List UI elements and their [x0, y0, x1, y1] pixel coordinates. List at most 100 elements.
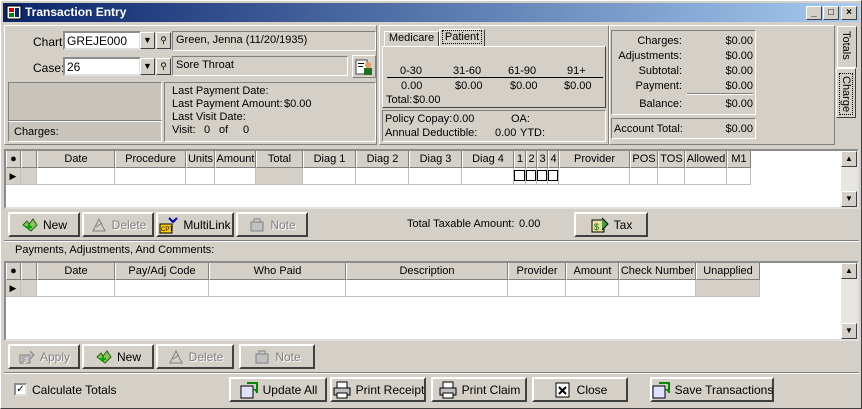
payments-col-provider[interactable]: Provider: [508, 263, 566, 280]
charges-cell-diag4[interactable]: [462, 168, 514, 185]
maximize-button[interactable]: □: [823, 6, 839, 20]
payments-col-description[interactable]: Description: [346, 263, 508, 280]
charges-cell-pos[interactable]: [630, 168, 658, 185]
charges-col-procedure[interactable]: Procedure: [115, 151, 186, 168]
charges-scroll-up-icon[interactable]: ▲: [841, 151, 857, 167]
charges-col-ptr4[interactable]: 4: [548, 151, 559, 168]
charges-col-diag2[interactable]: Diag 2: [356, 151, 409, 168]
case-detail-button[interactable]: [352, 55, 376, 78]
payments-cell-description[interactable]: [346, 280, 508, 297]
tax-button[interactable]: $ Tax: [574, 212, 648, 237]
charges-col-pos[interactable]: POS: [630, 151, 658, 168]
payments-col-payadj[interactable]: Pay/Adj Code: [115, 263, 209, 280]
chart-dropdown-button[interactable]: ▼: [140, 32, 155, 49]
charges-grid[interactable]: ● Date Procedure Units Amount Total Diag…: [4, 149, 859, 209]
charges-col-diag4[interactable]: Diag 4: [462, 151, 514, 168]
payments-note-label: Note: [275, 349, 301, 364]
charges-cell-tos[interactable]: [658, 168, 685, 185]
payments-col-checknumber[interactable]: Check Number: [619, 263, 696, 280]
charges-cell-date[interactable]: [37, 168, 115, 185]
close-window-button[interactable]: ×: [841, 6, 857, 20]
charges-cell-ptr4[interactable]: [548, 168, 559, 185]
charges-col-provider[interactable]: Provider: [559, 151, 630, 168]
payments-grid[interactable]: ● Date Pay/Adj Code Who Paid Description…: [4, 261, 859, 341]
payments-new-button[interactable]: New: [82, 344, 154, 369]
multilink-button[interactable]: CPT MultiLink: [156, 212, 234, 237]
charges-ptr1-checkbox[interactable]: [514, 170, 525, 181]
payments-col-amount[interactable]: Amount: [566, 263, 619, 280]
charges-cell-diag2[interactable]: [356, 168, 409, 185]
payments-scroll-down-icon[interactable]: ▼: [841, 323, 857, 339]
payments-row-selector[interactable]: [21, 280, 37, 297]
charges-delete-button[interactable]: Delete: [82, 212, 154, 237]
tab-medicare[interactable]: Medicare: [384, 31, 439, 47]
payments-cell-payadj[interactable]: [115, 280, 209, 297]
charges-cell-ptr3[interactable]: [537, 168, 548, 185]
charges-col-total[interactable]: Total: [256, 151, 303, 168]
charges-cell-m1[interactable]: [727, 168, 751, 185]
section-divider: [4, 240, 859, 242]
update-all-button[interactable]: Update All: [229, 377, 327, 402]
charges-cell-ptr1[interactable]: [514, 168, 526, 185]
svg-text:$: $: [594, 222, 599, 232]
charges-vscrollbar[interactable]: ▲ ▼: [841, 151, 857, 207]
charges-col-tos[interactable]: TOS: [658, 151, 685, 168]
payments-col-whopaid[interactable]: Who Paid: [209, 263, 346, 280]
charges-ptr2-checkbox[interactable]: [526, 170, 536, 181]
payments-col-unapplied[interactable]: Unapplied: [696, 263, 760, 280]
charges-cell-diag1[interactable]: [303, 168, 356, 185]
save-transactions-button[interactable]: Save Transactions: [650, 377, 774, 402]
charges-cell-provider[interactable]: [559, 168, 630, 185]
charges-col-allowed[interactable]: Allowed: [685, 151, 727, 168]
charges-col-ptr2[interactable]: 2: [526, 151, 537, 168]
print-receipt-button[interactable]: Print Receipt: [330, 377, 426, 402]
charges-col-diag3[interactable]: Diag 3: [409, 151, 462, 168]
calculate-totals-checkbox[interactable]: ✓: [14, 383, 27, 396]
payments-cell-whopaid[interactable]: [209, 280, 346, 297]
charges-cell-amount[interactable]: [215, 168, 256, 185]
charges-cell-units[interactable]: [186, 168, 215, 185]
tab-totals[interactable]: Totals: [837, 26, 857, 68]
charges-col-m1[interactable]: M1: [727, 151, 751, 168]
tab-patient[interactable]: Patient: [439, 29, 485, 47]
tab-charge[interactable]: Charge: [836, 68, 856, 118]
chart-search-icon[interactable]: ⚲: [156, 32, 171, 49]
charges-col-date[interactable]: Date: [37, 151, 115, 168]
charges-col-diag1[interactable]: Diag 1: [303, 151, 356, 168]
charges-new-button[interactable]: New: [8, 212, 80, 237]
payments-cell-date[interactable]: [37, 280, 115, 297]
print-claim-button[interactable]: Print Claim: [431, 377, 527, 402]
charges-row-selector[interactable]: [21, 168, 37, 185]
payments-cell-checknumber[interactable]: [619, 280, 696, 297]
charges-col-units[interactable]: Units: [186, 151, 215, 168]
case-dropdown-button[interactable]: ▼: [140, 58, 155, 75]
chart-input[interactable]: GREJE000: [63, 31, 141, 50]
charges-cell-allowed[interactable]: [685, 168, 727, 185]
charges-col-amount[interactable]: Amount: [215, 151, 256, 168]
charges-cell-procedure[interactable]: [115, 168, 186, 185]
payments-cell-provider[interactable]: [508, 280, 566, 297]
charges-ptr3-checkbox[interactable]: [537, 170, 547, 181]
payments-cell-amount[interactable]: [566, 280, 619, 297]
charges-cell-diag3[interactable]: [409, 168, 462, 185]
payments-col-date[interactable]: Date: [37, 263, 115, 280]
charges-cell-ptr2[interactable]: [526, 168, 537, 185]
payments-vscrollbar[interactable]: ▲ ▼: [841, 263, 857, 339]
close-button[interactable]: Close: [532, 377, 628, 402]
charges-cell-total: [256, 168, 303, 185]
payments-scroll-up-icon[interactable]: ▲: [841, 263, 857, 279]
note-icon: [255, 350, 269, 363]
payments-delete-button[interactable]: Delete: [156, 344, 234, 369]
charges-col-ptr1[interactable]: 1: [514, 151, 526, 168]
payments-note-button[interactable]: Note: [239, 344, 315, 369]
minimize-button[interactable]: _: [806, 6, 822, 20]
taxable-amount-label: Total Taxable Amount:: [407, 218, 515, 230]
policy-copay-value: 0.00: [453, 113, 475, 125]
charges-scroll-down-icon[interactable]: ▼: [841, 191, 857, 207]
case-search-icon[interactable]: ⚲: [156, 58, 171, 75]
case-input[interactable]: 26: [63, 57, 141, 76]
charges-ptr4-checkbox[interactable]: [548, 170, 558, 181]
charges-note-button[interactable]: Note: [236, 212, 308, 237]
charges-col-ptr3[interactable]: 3: [537, 151, 548, 168]
apply-button[interactable]: $ Apply: [8, 344, 80, 369]
